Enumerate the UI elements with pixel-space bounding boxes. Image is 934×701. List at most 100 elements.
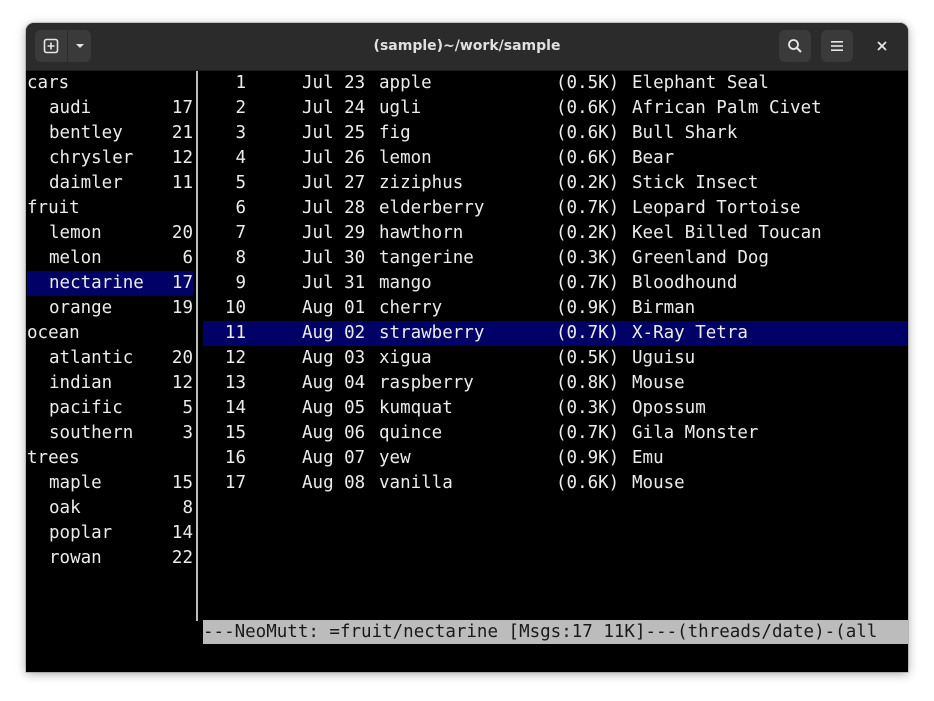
sidebar-mailbox-group[interactable]: ocean xyxy=(27,321,193,346)
message-date: Aug 06 xyxy=(302,423,366,443)
search-button[interactable] xyxy=(779,30,811,62)
mailbox-name: southern xyxy=(49,423,134,443)
sidebar-mailbox-item[interactable]: lemon 20 xyxy=(27,221,193,246)
message-row[interactable]: 15 Aug 06 quince (0.7K) Gila Monster xyxy=(203,421,908,446)
message-sender: Gila Monster xyxy=(632,423,759,443)
mailbox-name: audi xyxy=(49,98,92,118)
message-size: (0.2K) xyxy=(556,223,620,243)
sidebar-mailbox-item[interactable]: bentley 21 xyxy=(27,121,193,146)
mailbox-count: 14 xyxy=(171,523,193,543)
new-tab-button[interactable] xyxy=(35,30,67,62)
message-subject: ugli xyxy=(379,98,422,118)
message-index: 1 Jul 23 apple (0.5K) Elephant Seal 2 Jul 24 ug… xyxy=(203,71,908,496)
message-row[interactable]: 7 Jul 29 hawthorn (0.2K) Keel Billed Toucan xyxy=(203,221,908,246)
message-sender: Keel Billed Toucan xyxy=(632,223,822,243)
message-subject: kumquat xyxy=(379,398,453,418)
message-row[interactable]: 13 Aug 04 raspberry (0.8K) Mouse xyxy=(203,371,908,396)
message-number: 2 xyxy=(235,98,246,118)
message-row[interactable]: 9 Jul 31 mango (0.7K) Bloodhound xyxy=(203,271,908,296)
mailbox-count: 3 xyxy=(182,423,193,443)
message-date: Aug 05 xyxy=(302,398,366,418)
message-row[interactable]: 1 Jul 23 apple (0.5K) Elephant Seal xyxy=(203,71,908,96)
close-button[interactable] xyxy=(868,32,896,60)
new-tab-icon xyxy=(43,38,59,54)
mailbox-count: 8 xyxy=(182,498,193,518)
sidebar-mailbox-item[interactable]: maple 15 xyxy=(27,471,193,496)
terminal-window: (sample)~/work/sample cars audi 17 bentley 2… xyxy=(26,23,908,672)
sidebar-mailbox-group[interactable]: cars xyxy=(27,71,193,96)
sidebar-mailbox-item[interactable]: oak 8 xyxy=(27,496,193,521)
message-subject: yew xyxy=(379,448,411,468)
sidebar-mailbox-item[interactable]: atlantic 20 xyxy=(27,346,193,371)
message-date: Jul 23 xyxy=(302,73,366,93)
mailbox-name: indian xyxy=(49,373,113,393)
sidebar-mailbox-group[interactable]: trees xyxy=(27,446,193,471)
sidebar-mailbox-item[interactable]: audi 17 xyxy=(27,96,193,121)
message-row[interactable]: 3 Jul 25 fig (0.6K) Bull Shark xyxy=(203,121,908,146)
message-date: Jul 26 xyxy=(302,148,366,168)
sidebar-mailbox-group[interactable]: fruit xyxy=(27,196,193,221)
message-number: 6 xyxy=(235,198,246,218)
sidebar-mailbox-item[interactable]: rowan 22 xyxy=(27,546,193,571)
sidebar-mailbox-item[interactable]: orange 19 xyxy=(27,296,193,321)
message-size: (0.6K) xyxy=(556,473,620,493)
mailbox-name: lemon xyxy=(49,223,102,243)
message-number: 17 xyxy=(224,473,246,493)
message-date: Jul 24 xyxy=(302,98,366,118)
sidebar-mailbox-item[interactable]: indian 12 xyxy=(27,371,193,396)
message-row[interactable]: 11 Aug 02 strawberry (0.7K) X-Ray Tetra xyxy=(203,321,908,346)
new-tab-button-group xyxy=(35,30,91,62)
status-bar: ---NeoMutt: =fruit/nectarine [Msgs:17 11… xyxy=(203,620,908,644)
mailbox-count: 22 xyxy=(171,548,193,568)
mailbox-name: atlantic xyxy=(49,348,134,368)
message-sender: Bloodhound xyxy=(632,273,738,293)
message-subject: apple xyxy=(379,73,432,93)
message-row[interactable]: 16 Aug 07 yew (0.9K) Emu xyxy=(203,446,908,471)
message-subject: quince xyxy=(379,423,443,443)
hamburger-menu-icon xyxy=(831,41,843,51)
mailbox-name: orange xyxy=(49,298,113,318)
message-row[interactable]: 14 Aug 05 kumquat (0.3K) Opossum xyxy=(203,396,908,421)
message-number: 12 xyxy=(224,348,246,368)
sidebar-mailbox-item[interactable]: southern 3 xyxy=(27,421,193,446)
message-number: 11 xyxy=(224,323,246,343)
mailbox-name: maple xyxy=(49,473,102,493)
message-row[interactable]: 6 Jul 28 elderberry (0.7K) Leopard Tortoise xyxy=(203,196,908,221)
message-subject: raspberry xyxy=(379,373,474,393)
mailbox-name: ocean xyxy=(27,323,80,343)
sidebar-mailbox-item[interactable]: nectarine 17 xyxy=(27,271,193,296)
mailbox-sidebar: cars audi 17 bentley 21 chrysler 12 daimler 11 fr… xyxy=(27,71,193,571)
message-row[interactable]: 17 Aug 08 vanilla (0.6K) Mouse xyxy=(203,471,908,496)
sidebar-mailbox-item[interactable]: daimler 11 xyxy=(27,171,193,196)
message-sender: Elephant Seal xyxy=(632,73,769,93)
message-sender: Bull Shark xyxy=(632,123,738,143)
message-size: (0.9K) xyxy=(556,298,620,318)
menu-button[interactable] xyxy=(821,30,853,62)
sidebar-mailbox-item[interactable]: pacific 5 xyxy=(27,396,193,421)
mailbox-name: poplar xyxy=(49,523,113,543)
mailbox-count: 20 xyxy=(171,348,193,368)
sidebar-mailbox-item[interactable]: poplar 14 xyxy=(27,521,193,546)
message-sender: Uguisu xyxy=(632,348,696,368)
message-sender: Mouse xyxy=(632,473,685,493)
message-row[interactable]: 5 Jul 27 ziziphus (0.2K) Stick Insect xyxy=(203,171,908,196)
search-icon xyxy=(788,39,802,53)
mailbox-count: 6 xyxy=(182,248,193,268)
message-row[interactable]: 10 Aug 01 cherry (0.9K) Birman xyxy=(203,296,908,321)
message-sender: Mouse xyxy=(632,373,685,393)
message-row[interactable]: 12 Aug 03 xigua (0.5K) Uguisu xyxy=(203,346,908,371)
mailbox-count: 11 xyxy=(171,173,193,193)
message-number: 4 xyxy=(235,148,246,168)
message-number: 16 xyxy=(224,448,246,468)
message-subject: fig xyxy=(379,123,411,143)
message-row[interactable]: 4 Jul 26 lemon (0.6K) Bear xyxy=(203,146,908,171)
message-row[interactable]: 8 Jul 30 tangerine (0.3K) Greenland Dog xyxy=(203,246,908,271)
sidebar-mailbox-item[interactable]: melon 6 xyxy=(27,246,193,271)
message-row[interactable]: 2 Jul 24 ugli (0.6K) African Palm Civet xyxy=(203,96,908,121)
message-number: 5 xyxy=(235,173,246,193)
new-tab-dropdown-button[interactable] xyxy=(68,30,91,62)
message-number: 8 xyxy=(235,248,246,268)
mailbox-name: melon xyxy=(49,248,102,268)
terminal-content[interactable]: cars audi 17 bentley 21 chrysler 12 daimler 11 fr… xyxy=(26,71,908,672)
sidebar-mailbox-item[interactable]: chrysler 12 xyxy=(27,146,193,171)
